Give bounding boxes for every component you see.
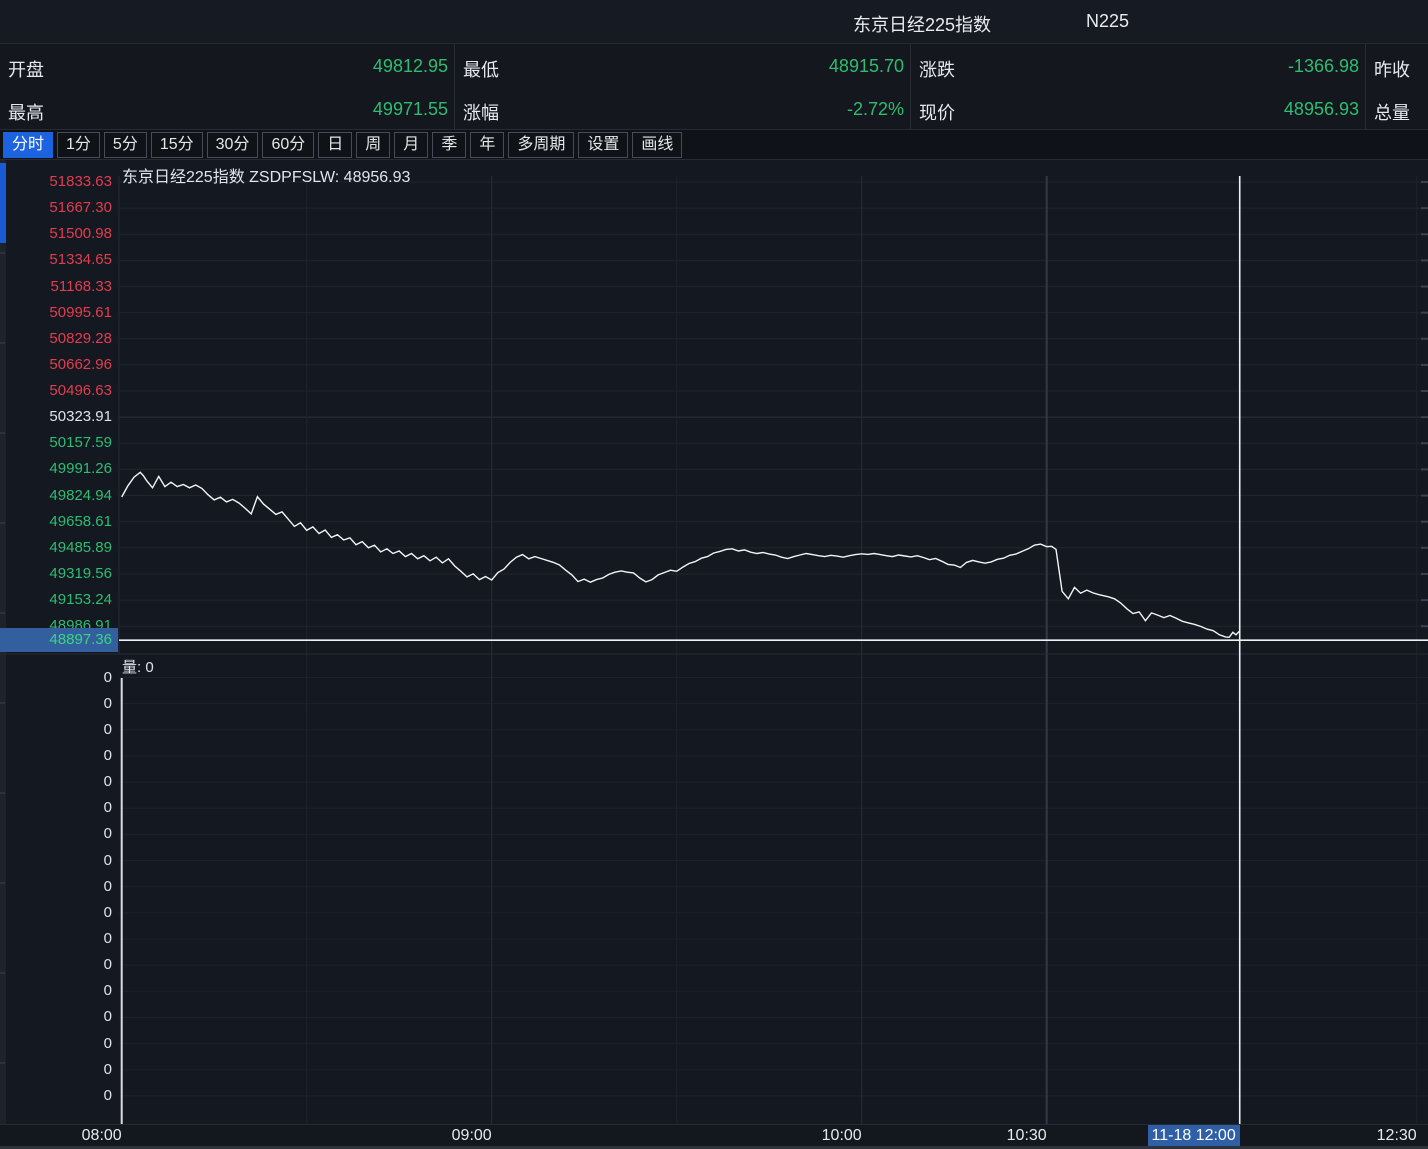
price-axis-label: 49485.89 (0, 538, 112, 558)
tab-周[interactable]: 周 (356, 132, 390, 158)
tab-月[interactable]: 月 (394, 132, 428, 158)
tab-设置[interactable]: 设置 (578, 132, 628, 158)
volume-axis-label: 0 (0, 903, 112, 923)
info-value: -1366.98 (1288, 56, 1359, 77)
tab-30分[interactable]: 30分 (207, 132, 259, 158)
price-axis-label: 49658.61 (0, 512, 112, 532)
info-value: -2.72% (847, 99, 904, 120)
price-axis-label: 51833.63 (0, 172, 112, 192)
tab-画线[interactable]: 画线 (632, 132, 682, 158)
info-label: 最低 (463, 56, 499, 82)
info-column: 昨收总量 (1366, 44, 1428, 129)
info-value: 49971.55 (373, 99, 448, 120)
volume-axis-label: 0 (0, 1007, 112, 1027)
price-axis-label: 49319.56 (0, 564, 112, 584)
instrument-symbol: N225 (1086, 11, 1129, 32)
price-axis-label: 50157.59 (0, 433, 112, 453)
volume-axis-label: 0 (0, 1034, 112, 1054)
volume-axis-label: 0 (0, 694, 112, 714)
time-axis-label: 10:30 (1007, 1126, 1047, 1146)
info-label: 涨幅 (463, 99, 499, 125)
tab-15分[interactable]: 15分 (151, 132, 203, 158)
volume-axis-label: 0 (0, 877, 112, 897)
price-axis-label: 49153.24 (0, 590, 112, 610)
crosshair-price-label: 48897.36 (0, 628, 118, 652)
price-axis-label: 50323.91 (0, 407, 112, 427)
time-axis-label: 09:00 (452, 1126, 492, 1146)
price-axis-label: 51168.33 (0, 277, 112, 297)
volume-pane-label: 量: 0 (122, 656, 154, 677)
info-label: 昨收 (1374, 56, 1410, 82)
info-label: 最高 (8, 99, 44, 125)
price-axis-label: 51500.98 (0, 224, 112, 244)
chart-plot-area[interactable] (119, 160, 1428, 1124)
info-label: 涨跌 (919, 56, 955, 82)
price-axis-label: 50995.61 (0, 303, 112, 323)
volume-axis-label: 0 (0, 798, 112, 818)
volume-axis-label: 0 (0, 955, 112, 975)
price-axis-label: 50829.28 (0, 329, 112, 349)
tab-多周期[interactable]: 多周期 (508, 132, 574, 158)
price-axis-label: 49991.26 (0, 459, 112, 479)
period-tab-bar: 分时1分5分15分30分60分日周月季年多周期设置画线 (0, 130, 1428, 160)
time-axis: 11-18 12:00 08:00 09:00 10:00 10:30 12:30 (0, 1124, 1428, 1145)
volume-axis-label: 0 (0, 1086, 112, 1106)
info-value: 49812.95 (373, 56, 448, 77)
info-label: 总量 (1374, 99, 1410, 125)
chart-region: 东京日经225指数 ZSDPFSLW: 48956.93 量: 0 48897.… (0, 160, 1428, 1148)
instrument-title: 东京日经225指数 (853, 11, 991, 37)
time-axis-label: 10:00 (822, 1126, 862, 1146)
tab-分时[interactable]: 分时 (3, 132, 53, 158)
title-bar: 东京日经225指数 N225 (0, 0, 1428, 44)
volume-axis-label: 0 (0, 746, 112, 766)
volume-axis-label: 0 (0, 772, 112, 792)
tab-5分[interactable]: 5分 (104, 132, 147, 158)
volume-axis-label: 0 (0, 851, 112, 871)
tab-60分[interactable]: 60分 (262, 132, 314, 158)
info-column: 开盘 49812.95 最高 49971.55 (0, 44, 455, 129)
price-axis-label: 51667.30 (0, 198, 112, 218)
tab-季[interactable]: 季 (432, 132, 466, 158)
info-label: 开盘 (8, 56, 44, 82)
volume-axis-label: 0 (0, 929, 112, 949)
crosshair-time-label: 11-18 12:00 (1148, 1125, 1240, 1146)
chart-overlay-label: 东京日经225指数 ZSDPFSLW: 48956.93 (122, 163, 410, 187)
price-axis-label: 50496.63 (0, 381, 112, 401)
tab-年[interactable]: 年 (470, 132, 504, 158)
volume-axis-label: 0 (0, 1060, 112, 1080)
time-axis-label: 08:00 (82, 1126, 122, 1146)
time-axis-label: 12:30 (1377, 1126, 1417, 1146)
tab-日[interactable]: 日 (318, 132, 352, 158)
info-value: 48915.70 (829, 56, 904, 77)
info-label: 现价 (919, 99, 955, 125)
price-axis-label: 51334.65 (0, 250, 112, 270)
price-axis-label: 49824.94 (0, 486, 112, 506)
quote-info-bar: 开盘 49812.95 最高 49971.55 最低 48915.70 涨幅 -2.72% 涨跌… (0, 44, 1428, 130)
volume-axis-label: 0 (0, 668, 112, 688)
info-value: 48956.93 (1284, 99, 1359, 120)
info-column: 最低 48915.70 涨幅 -2.72% (455, 44, 911, 129)
tab-1分[interactable]: 1分 (57, 132, 100, 158)
info-column: 涨跌 -1366.98 现价 48956.93 (911, 44, 1366, 129)
volume-axis-label: 0 (0, 824, 112, 844)
price-axis-label: 50662.96 (0, 355, 112, 375)
volume-axis-label: 0 (0, 981, 112, 1001)
volume-axis-label: 0 (0, 720, 112, 740)
